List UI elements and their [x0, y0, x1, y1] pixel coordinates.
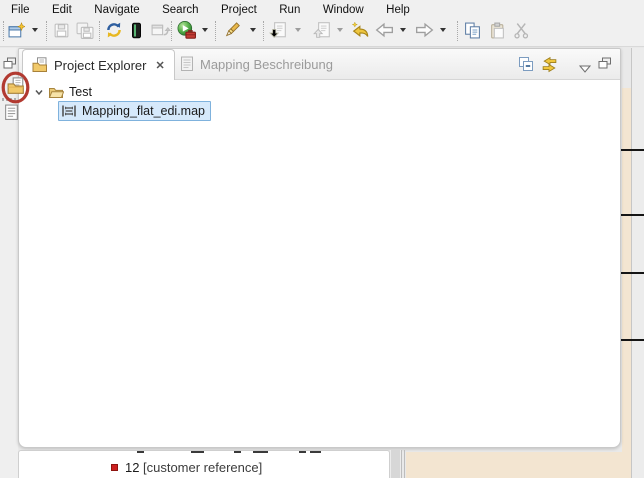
bottom-panel: 12 [customer reference] [18, 450, 390, 478]
paste-icon [489, 22, 506, 39]
run-icon [177, 21, 196, 39]
last-edit-location-icon [352, 21, 370, 39]
underlying-editor-background [622, 88, 631, 478]
marker-pen-dropdown[interactable] [250, 28, 256, 32]
copy-button[interactable] [462, 20, 482, 40]
back-button [374, 20, 394, 40]
tab-label: Project Explorer [54, 58, 146, 73]
editor-line [621, 149, 644, 151]
item-number: 12 [125, 460, 139, 475]
update-up-icon [313, 21, 331, 39]
update-up-dropdown [337, 28, 343, 32]
marker-pen-icon [223, 21, 243, 39]
save-icon [53, 22, 70, 39]
restore-minimized-view-button[interactable] [3, 57, 17, 75]
collapse-all-button[interactable] [518, 56, 534, 77]
console-tool-button[interactable] [128, 20, 144, 40]
main-toolbar [0, 16, 644, 47]
toolbar-separator [263, 21, 264, 41]
back-arrow-icon [375, 22, 394, 38]
link-with-editor-button[interactable] [541, 56, 558, 78]
console-tool-icon [129, 22, 144, 39]
tab-project-explorer[interactable]: Project Explorer ✕ [22, 49, 175, 80]
save-all-button [75, 20, 95, 40]
view-menu-button[interactable] [579, 60, 591, 78]
editor-line [621, 339, 644, 341]
cut-icon [513, 22, 530, 39]
red-square-bullet-icon [111, 464, 118, 471]
chevron-expanded-icon[interactable] [33, 86, 45, 98]
link-with-editor-icon [541, 56, 558, 73]
tree-item-mapping-file[interactable]: Mapping_flat_edi.map [58, 101, 211, 121]
update-up-button [312, 20, 332, 40]
menu-bar: File Edit Navigate Search Project Run Wi… [0, 0, 644, 16]
save-button [51, 20, 71, 40]
view-tab-bar: Project Explorer ✕ Mapping Beschreibung [19, 49, 620, 80]
collapse-all-icon [518, 56, 534, 72]
map-file-icon [61, 104, 77, 118]
commit-down-button [268, 20, 288, 40]
new-wizard-dropdown[interactable] [32, 28, 38, 32]
tree-item-label: Mapping_flat_edi.map [82, 104, 205, 118]
cut-button [511, 20, 531, 40]
folder-with-page-icon [32, 57, 48, 73]
forward-dropdown[interactable] [440, 28, 446, 32]
toolbar-separator [99, 21, 100, 41]
toolbar-separator [46, 21, 47, 41]
toolbar-separator [457, 21, 458, 41]
tab-close-icon[interactable]: ✕ [155, 59, 164, 72]
minimize-restore-button[interactable] [598, 57, 612, 75]
clone-window-button [148, 20, 172, 40]
back-dropdown[interactable] [400, 28, 406, 32]
outline-view-icon [4, 104, 19, 121]
tab-mapping-beschreibung[interactable]: Mapping Beschreibung [171, 49, 342, 79]
item-label: [customer reference] [143, 460, 262, 475]
forward-arrow-icon [415, 22, 434, 38]
restore-icon [3, 57, 17, 70]
restore-icon [598, 57, 612, 70]
sash-divider[interactable] [401, 450, 402, 478]
new-wizard-icon [8, 22, 25, 39]
bottom-panel-scrollbar[interactable] [390, 450, 401, 478]
project-explorer-view-icon [7, 77, 25, 95]
forward-button [414, 20, 434, 40]
project-explorer-panel: Project Explorer ✕ Mapping Beschreibung [18, 48, 621, 448]
tree-item-test[interactable]: Test [33, 82, 92, 102]
synchronize-icon [105, 21, 123, 39]
new-wizard-button[interactable] [6, 20, 26, 40]
underlying-editor-background-bottom [406, 452, 629, 478]
marker-pen-button[interactable] [221, 20, 245, 40]
last-edit-location-button[interactable] [351, 20, 371, 40]
copy-icon [464, 22, 481, 39]
underlying-editor-margin [631, 48, 644, 478]
synchronize-button[interactable] [104, 20, 124, 40]
outline-view-button[interactable] [4, 104, 19, 126]
save-all-icon [76, 22, 94, 39]
view-menu-icon [579, 65, 591, 73]
sash-divider[interactable] [404, 450, 405, 478]
project-explorer-view-button[interactable] [7, 77, 25, 100]
commit-down-dropdown [295, 28, 301, 32]
list-item-customer-reference[interactable]: 12 [customer reference] [19, 460, 389, 478]
paste-button [487, 20, 507, 40]
toolbar-separator [171, 21, 172, 41]
toolbar-separator [215, 21, 216, 41]
document-icon [180, 56, 194, 72]
clone-window-icon [150, 22, 171, 39]
open-folder-icon [48, 85, 64, 99]
tree-item-label: Test [69, 85, 92, 99]
scrollbar-thumb[interactable] [391, 450, 400, 478]
editor-line [621, 272, 644, 274]
run-dropdown[interactable] [202, 28, 208, 32]
tab-label: Mapping Beschreibung [200, 57, 333, 72]
run-external-tools-button[interactable] [176, 20, 196, 40]
commit-down-icon [269, 21, 287, 39]
toolbar-separator [3, 21, 4, 41]
editor-line [621, 214, 644, 216]
